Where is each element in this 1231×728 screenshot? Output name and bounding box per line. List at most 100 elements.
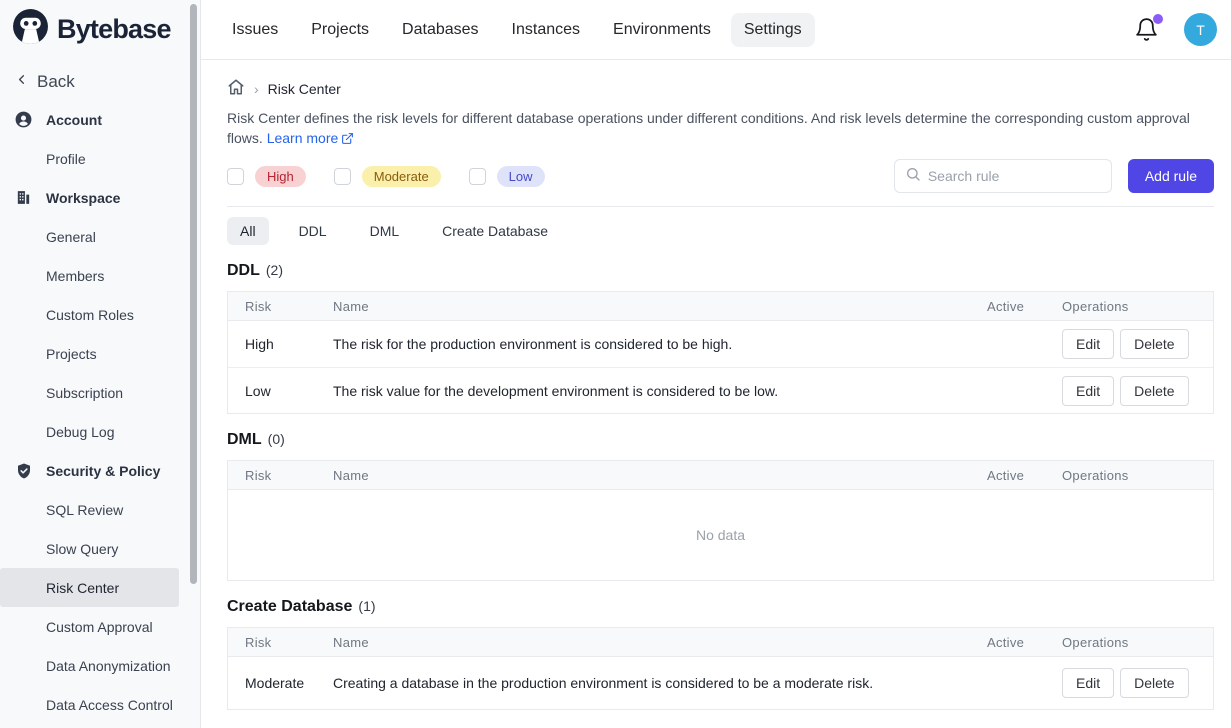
nav-item-databases[interactable]: Databases (389, 13, 492, 47)
sidebar-item-risk-center[interactable]: Risk Center (0, 568, 179, 607)
breadcrumb: › Risk Center (227, 78, 1214, 100)
sidebar-item-members[interactable]: Members (0, 256, 200, 295)
section-title-dml: DML (0) (227, 431, 1214, 449)
nav-item-environments[interactable]: Environments (600, 13, 724, 47)
learn-more-link[interactable]: Learn more (267, 128, 355, 148)
home-icon[interactable] (227, 78, 245, 101)
sidebar-item-subscription[interactable]: Subscription (0, 373, 200, 412)
rule-risk: High (228, 336, 333, 352)
delete-button[interactable]: Delete (1120, 668, 1188, 698)
sidebar-section-label: Security & Policy (46, 463, 160, 479)
tab-ddl[interactable]: DDL (286, 217, 340, 245)
filter-low: Low (469, 166, 545, 187)
rule-name: Creating a database in the production en… (333, 675, 987, 691)
col-header-active: Active (987, 468, 1062, 483)
main-area: Issues Projects Databases Instances Envi… (201, 0, 1231, 728)
toggle-knob (971, 393, 985, 407)
back-label: Back (37, 72, 75, 92)
user-circle-icon (14, 110, 33, 129)
sidebar-item-general[interactable]: General (0, 217, 200, 256)
sidebar-section-label: Account (46, 112, 102, 128)
avatar-initial: T (1196, 22, 1205, 38)
brand-logo[interactable]: Bytebase (0, 0, 200, 56)
filter-high-checkbox[interactable] (227, 168, 244, 185)
tab-dml[interactable]: DML (357, 217, 413, 245)
section-name: DDL (227, 262, 260, 280)
sidebar-item-label: Data Access Control (46, 697, 173, 713)
rule-name: The risk for the production environment … (333, 336, 987, 352)
avatar[interactable]: T (1184, 13, 1217, 46)
delete-button[interactable]: Delete (1120, 376, 1188, 406)
notification-dot (1153, 14, 1163, 24)
top-navigation: Issues Projects Databases Instances Envi… (201, 0, 1231, 60)
filter-moderate: Moderate (334, 166, 441, 187)
col-header-operations: Operations (1062, 635, 1213, 650)
page-description: Risk Center defines the risk levels for … (227, 108, 1192, 148)
risk-badge-high: High (255, 166, 306, 187)
tab-all[interactable]: All (227, 217, 269, 245)
breadcrumb-current: Risk Center (268, 81, 341, 97)
filter-low-checkbox[interactable] (469, 168, 486, 185)
sidebar-item-label: Debug Log (46, 424, 115, 440)
filter-high: High (227, 166, 306, 187)
delete-button[interactable]: Delete (1120, 329, 1188, 359)
nav-item-issues[interactable]: Issues (219, 13, 291, 47)
rule-type-tabs: All DDL DML Create Database (227, 217, 1214, 245)
sidebar-section-security-policy: Security & Policy (0, 451, 200, 490)
sidebar-item-data-anonymization[interactable]: Data Anonymization (0, 646, 200, 685)
sidebar-item-sql-review[interactable]: SQL Review (0, 490, 200, 529)
sidebar-item-projects[interactable]: Projects (0, 334, 200, 373)
edit-button[interactable]: Edit (1062, 668, 1114, 698)
edit-button[interactable]: Edit (1062, 376, 1114, 406)
add-rule-button[interactable]: Add rule (1128, 159, 1214, 193)
building-icon (14, 188, 33, 207)
risk-badge-moderate: Moderate (362, 166, 441, 187)
back-button[interactable]: Back (0, 56, 200, 100)
edit-button[interactable]: Edit (1062, 329, 1114, 359)
chevron-right-icon: › (254, 81, 259, 97)
sidebar-item-profile[interactable]: Profile (0, 139, 200, 178)
search-input[interactable] (928, 168, 1088, 184)
nav-item-settings[interactable]: Settings (731, 13, 815, 47)
sidebar-item-label: Slow Query (46, 541, 118, 557)
filter-toolbar: High Moderate Low Add rule (227, 159, 1214, 207)
sidebar-item-custom-roles[interactable]: Custom Roles (0, 295, 200, 334)
toggle-knob (971, 346, 985, 360)
sidebar-item-custom-approval[interactable]: Custom Approval (0, 607, 200, 646)
sidebar-item-debug-log[interactable]: Debug Log (0, 412, 200, 451)
col-header-operations: Operations (1062, 468, 1213, 483)
sidebar-menu: Account Profile Workspace General Member… (0, 100, 200, 724)
section-title-create-database: Create Database (1) (227, 598, 1214, 616)
sidebar-item-slow-query[interactable]: Slow Query (0, 529, 200, 568)
sidebar-item-label: Risk Center (46, 580, 119, 596)
nav-item-instances[interactable]: Instances (499, 13, 593, 47)
table-row: Moderate Creating a database in the prod… (228, 657, 1213, 709)
dml-rule-table: Risk Name Active Operations No data (227, 460, 1214, 581)
settings-sidebar: Bytebase Back Account Profile Workspace (0, 0, 201, 728)
sidebar-item-label: Projects (46, 346, 97, 362)
col-header-name: Name (333, 635, 987, 650)
section-name: Create Database (227, 598, 352, 616)
section-count: (1) (358, 598, 375, 614)
shield-check-icon (14, 461, 33, 480)
sidebar-item-label: Custom Approval (46, 619, 153, 635)
sidebar-item-label: SQL Review (46, 502, 123, 518)
filter-moderate-checkbox[interactable] (334, 168, 351, 185)
table-header-row: Risk Name Active Operations (228, 461, 1213, 490)
nav-item-projects[interactable]: Projects (298, 13, 382, 47)
rule-risk: Low (228, 383, 333, 399)
sidebar-item-data-access-control[interactable]: Data Access Control (0, 685, 200, 724)
table-row: High The risk for the production environ… (228, 321, 1213, 367)
bytebase-logo-icon (12, 8, 49, 50)
notification-bell-icon[interactable] (1134, 17, 1160, 43)
rule-name: The risk value for the development envir… (333, 383, 987, 399)
empty-state: No data (228, 490, 1213, 580)
section-name: DML (227, 431, 262, 449)
tab-create-database[interactable]: Create Database (429, 217, 561, 245)
sidebar-scrollbar[interactable] (190, 4, 197, 584)
col-header-active: Active (987, 635, 1062, 650)
col-header-risk: Risk (228, 635, 333, 650)
section-title-ddl: DDL (2) (227, 262, 1214, 280)
sidebar-section-account: Account (0, 100, 200, 139)
risk-badge-low: Low (497, 166, 545, 187)
